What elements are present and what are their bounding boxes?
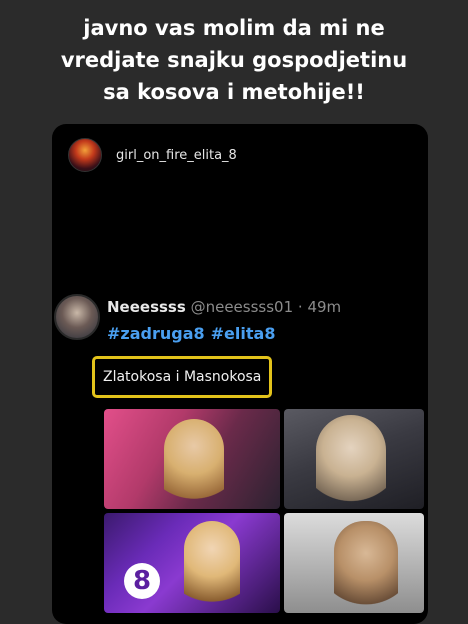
hashtag-link[interactable]: #elita8 xyxy=(211,324,276,343)
tweet-image[interactable] xyxy=(104,409,280,509)
tweet-header: Neeessss @neeessss01 · 49m xyxy=(107,298,341,316)
story-username[interactable]: girl_on_fire_elita_8 xyxy=(116,148,237,163)
caption-line-2: vredjate snajku gospodjetinu xyxy=(60,48,408,72)
tweet-avatar[interactable] xyxy=(54,294,100,340)
reposted-story-card[interactable]: girl_on_fire_elita_8 Neeessss @neeessss0… xyxy=(52,124,428,624)
tweet-hashtags: #zadruga8 #elita8 xyxy=(107,324,275,343)
tweet-time: 49m xyxy=(307,298,342,316)
story-caption: javno vas molim da mi ne vredjate snajku… xyxy=(0,12,468,108)
tweet-display-name[interactable]: Neeessss xyxy=(107,298,186,316)
tweet-text-highlight: Zlatokosa i Masnokosa xyxy=(92,356,273,398)
tweet-separator: · xyxy=(297,298,303,316)
story-header[interactable]: girl_on_fire_elita_8 xyxy=(68,136,237,174)
tweet-image[interactable]: 8 xyxy=(104,513,280,613)
hashtag-link[interactable]: #zadruga8 xyxy=(107,324,205,343)
show-logo: 8 xyxy=(124,563,160,599)
tweet-image-grid: 8 xyxy=(104,409,424,617)
tweet-image[interactable] xyxy=(284,409,424,509)
story-avatar[interactable] xyxy=(68,138,102,172)
tweet-text: Zlatokosa i Masnokosa xyxy=(103,369,262,385)
tweet-handle[interactable]: @neeessss01 xyxy=(191,298,294,316)
tweet-image[interactable] xyxy=(284,513,424,613)
caption-line-3: sa kosova i metohije!! xyxy=(103,80,365,104)
caption-line-1: javno vas molim da mi ne xyxy=(83,16,385,40)
